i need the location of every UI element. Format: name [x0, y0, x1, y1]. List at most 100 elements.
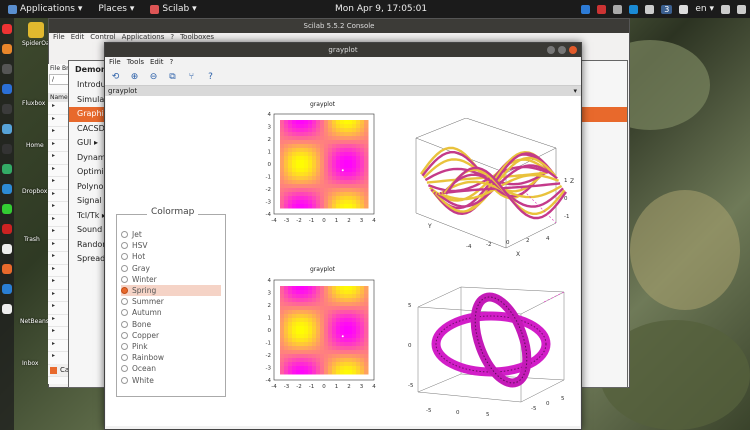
heatmap-cell: [324, 326, 329, 331]
colormap-option-jet[interactable]: Jet: [121, 229, 221, 240]
heatmap-cell: [284, 370, 289, 375]
heatmap-cell: [324, 310, 329, 315]
heatmap-cell: [328, 350, 333, 355]
files-icon[interactable]: [2, 84, 12, 94]
heatmap-cell: [292, 168, 297, 173]
close-button[interactable]: [569, 46, 577, 54]
docs-icon[interactable]: [2, 244, 12, 254]
minimize-button[interactable]: [547, 46, 555, 54]
colormap-option-winter[interactable]: Winter: [121, 274, 221, 285]
skype-icon[interactable]: [629, 4, 639, 14]
heatmap-cell: [304, 128, 309, 133]
graphwin-title: grayplot: [328, 46, 358, 54]
colormap-option-rainbow[interactable]: Rainbow: [121, 352, 221, 363]
help-icon[interactable]: ?: [204, 70, 217, 83]
editor-icon[interactable]: ⑂: [185, 70, 198, 83]
clock[interactable]: Mon Apr 9, 17:05:01: [335, 4, 427, 14]
heatmap-cell: [288, 152, 293, 157]
sublime-icon[interactable]: [2, 224, 12, 234]
heatmap-cell: [356, 366, 361, 371]
y-tick-label: 5: [561, 396, 565, 402]
tray-app-icon-2[interactable]: [613, 4, 623, 14]
heatmap-cell: [332, 204, 337, 209]
heatmap-cell: [360, 196, 365, 201]
heatmap-cell: [296, 318, 301, 323]
colormap-option-ocean[interactable]: Ocean: [121, 363, 221, 374]
heatmap-cell: [344, 120, 349, 125]
colormap-option-bone[interactable]: Bone: [121, 319, 221, 330]
heatmap-cell: [280, 124, 285, 129]
gmenu-edit[interactable]: Edit: [150, 57, 164, 68]
places-menu[interactable]: Places ▾: [90, 4, 142, 14]
colormap-option-white[interactable]: White: [121, 375, 221, 386]
tray-app-icon[interactable]: [597, 4, 607, 14]
vscode-icon[interactable]: [2, 184, 12, 194]
colormap-option-hsv[interactable]: HSV: [121, 240, 221, 251]
heatmap-cell: [316, 160, 321, 165]
app-menu[interactable]: Scilab ▾: [142, 4, 204, 14]
heatmap-cell: [288, 164, 293, 169]
upwork-icon[interactable]: [2, 204, 12, 214]
zoom-in-icon[interactable]: ⊕: [128, 70, 141, 83]
volume-icon[interactable]: [721, 4, 730, 14]
editor-icon[interactable]: [2, 144, 12, 154]
box-edge: [417, 286, 462, 308]
app-icon[interactable]: [2, 124, 12, 134]
heatmap-cell: [340, 314, 345, 319]
heatmap-cell: [304, 180, 309, 185]
zoom-out-icon[interactable]: ⊖: [147, 70, 160, 83]
colormap-option-copper[interactable]: Copper: [121, 330, 221, 341]
heatmap-cell: [348, 128, 353, 133]
heatmap-cell: [316, 358, 321, 363]
gmenu-file[interactable]: File: [109, 57, 121, 68]
heatmap-cell: [288, 298, 293, 303]
colormap-option-spring[interactable]: Spring: [121, 285, 221, 296]
heatmap-cell: [352, 350, 357, 355]
chevron-down-icon[interactable]: ▾: [573, 86, 577, 96]
gmenu-help[interactable]: ?: [170, 57, 174, 68]
menu-edit[interactable]: Edit: [71, 33, 85, 43]
colormap-option-gray[interactable]: Gray: [121, 263, 221, 274]
colormap-option-hot[interactable]: Hot: [121, 251, 221, 262]
colormap-option-autumn[interactable]: Autumn: [121, 307, 221, 318]
lang-indicator[interactable]: en ▾: [695, 4, 714, 14]
colormap-option-summer[interactable]: Summer: [121, 296, 221, 307]
spideroak-desktop-icon[interactable]: [28, 22, 44, 38]
gmenu-tools[interactable]: Tools: [127, 57, 144, 68]
applications-menu[interactable]: Applications ▾: [0, 4, 90, 14]
heatmap-cell: [348, 200, 353, 205]
menu-file[interactable]: File: [53, 33, 65, 43]
heatmap-cell: [332, 164, 337, 169]
colormap-option-pink[interactable]: Pink: [121, 341, 221, 352]
heatmap-cell: [296, 342, 301, 347]
netbeans-icon[interactable]: [2, 264, 12, 274]
heatmap-cell: [344, 180, 349, 185]
heatmap-cell: [320, 200, 325, 205]
battery-icon[interactable]: [679, 4, 689, 14]
firefox-icon[interactable]: [2, 44, 12, 54]
heatmap-cell: [300, 334, 305, 339]
rotate-icon[interactable]: ⟲: [109, 70, 122, 83]
dropbox-icon[interactable]: [581, 4, 591, 14]
heatmap-cell: [344, 370, 349, 375]
maximize-button[interactable]: [558, 46, 566, 54]
heatmap-cell: [336, 298, 341, 303]
terminal-icon[interactable]: [2, 64, 12, 74]
mail-icon[interactable]: [2, 284, 12, 294]
heatmap-cell: [352, 322, 357, 327]
network-icon[interactable]: [645, 4, 655, 14]
fluxbox-icon[interactable]: [2, 104, 12, 114]
power-icon[interactable]: [737, 4, 746, 14]
blank-icon[interactable]: [2, 304, 12, 314]
heatmap-cell: [348, 306, 353, 311]
heatmap-cell: [336, 204, 341, 209]
workspace-indicator[interactable]: 3: [661, 4, 673, 14]
heatmap-cell: [360, 184, 365, 189]
settings-icon[interactable]: [2, 164, 12, 174]
heatmap-cell: [304, 196, 309, 201]
heatmap-cell: [336, 152, 341, 157]
heatmap-cell: [288, 366, 293, 371]
heatmap-cell: [316, 322, 321, 327]
vivaldi-icon[interactable]: [2, 24, 12, 34]
datatip-icon[interactable]: ⧉: [166, 70, 179, 83]
